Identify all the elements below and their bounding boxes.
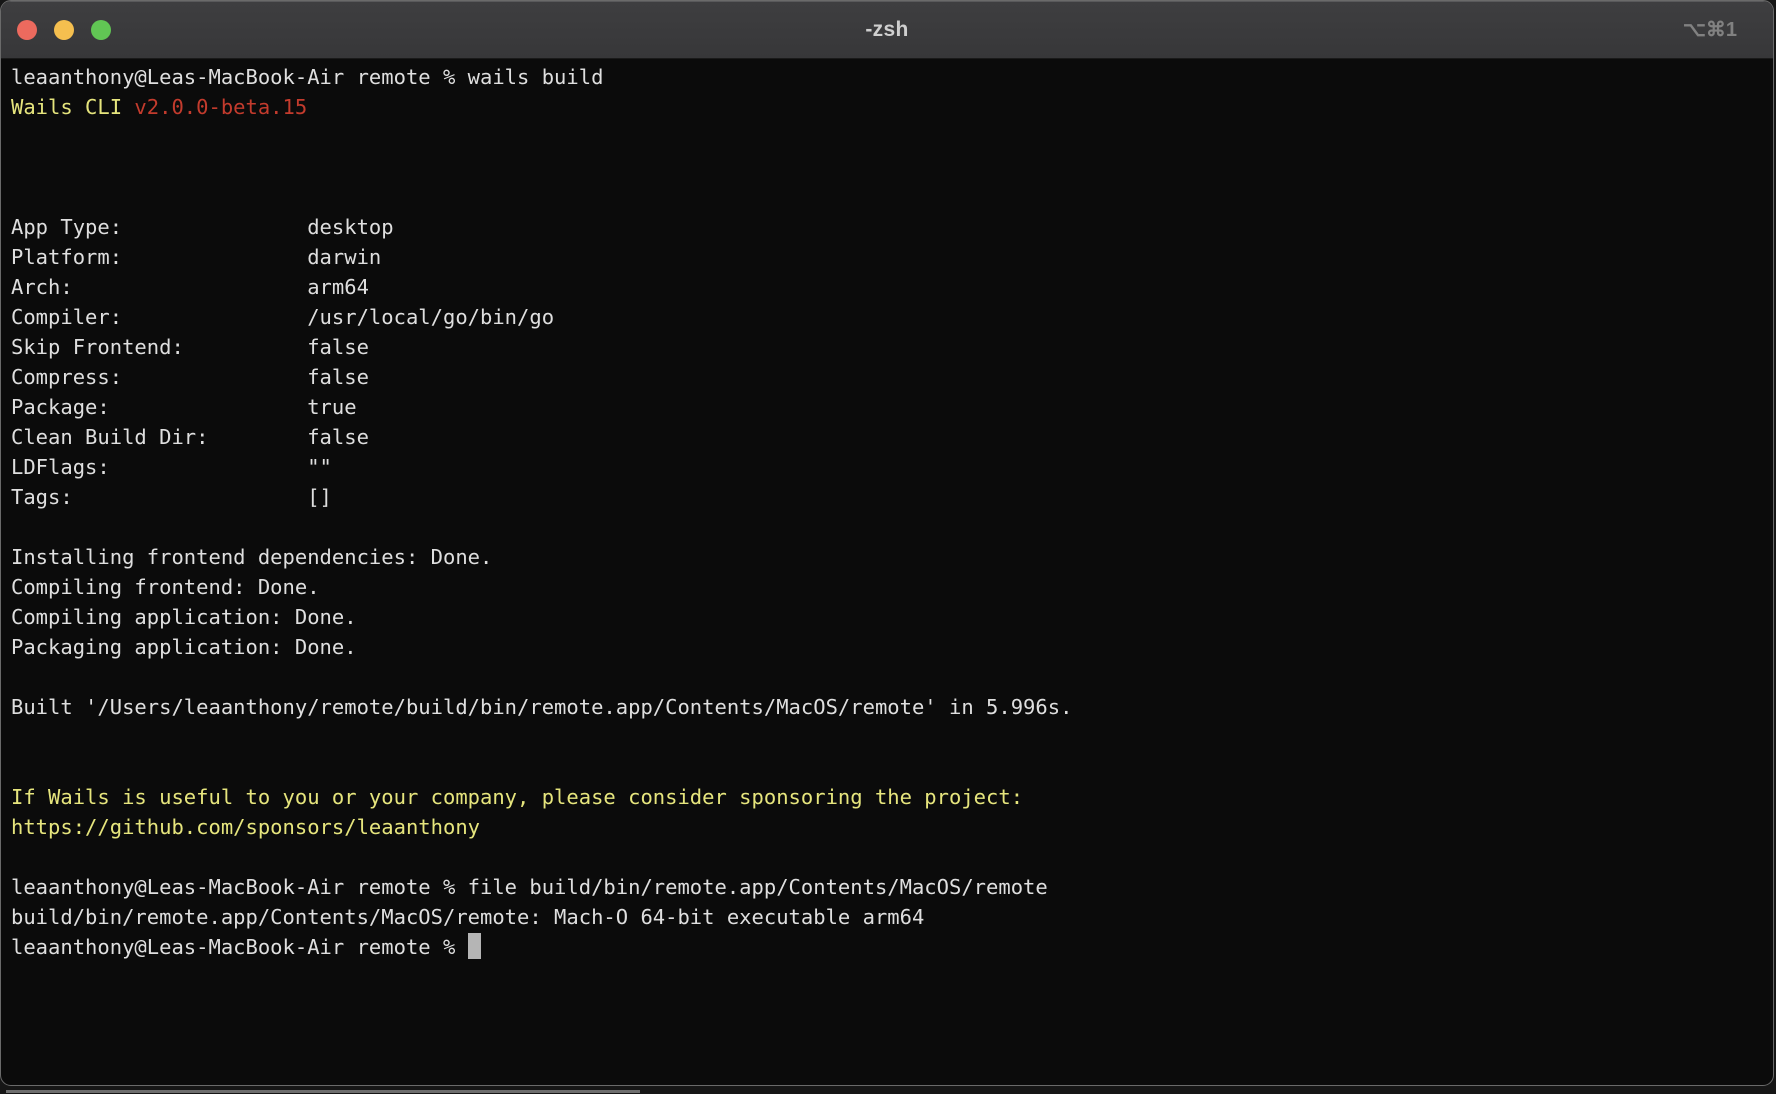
terminal-line: Wails CLI v2.0.0-beta.15 (11, 92, 1773, 122)
terminal-line: Packaging application: Done. (11, 632, 1773, 662)
terminal-line (11, 512, 1773, 542)
terminal-line: Tags: [] (11, 482, 1773, 512)
terminal-line: leaanthony@Leas-MacBook-Air remote % (11, 932, 1773, 962)
terminal-line (11, 182, 1773, 212)
terminal-line (11, 722, 1773, 752)
terminal-line: LDFlags: "" (11, 452, 1773, 482)
terminal-line: Clean Build Dir: false (11, 422, 1773, 452)
close-button[interactable] (17, 20, 37, 40)
terminal-line: Built '/Users/leaanthony/remote/build/bi… (11, 692, 1773, 722)
behind-window-edge (6, 1090, 640, 1093)
minimize-button[interactable] (54, 20, 74, 40)
terminal-line (11, 152, 1773, 182)
traffic-lights (1, 20, 111, 40)
terminal-line: If Wails is useful to you or your compan… (11, 782, 1773, 812)
terminal-window: -zsh ⌥⌘1 leaanthony@Leas-MacBook-Air rem… (0, 0, 1774, 1086)
terminal-line: leaanthony@Leas-MacBook-Air remote % wai… (11, 62, 1773, 92)
terminal-line: leaanthony@Leas-MacBook-Air remote % fil… (11, 872, 1773, 902)
cursor (468, 933, 481, 959)
terminal-line: Package: true (11, 392, 1773, 422)
terminal-line (11, 842, 1773, 872)
window-title: -zsh (1, 18, 1773, 42)
terminal-line: Installing frontend dependencies: Done. (11, 542, 1773, 572)
terminal-line: Compiler: /usr/local/go/bin/go (11, 302, 1773, 332)
titlebar[interactable]: -zsh ⌥⌘1 (1, 1, 1773, 59)
terminal-line: Compiling application: Done. (11, 602, 1773, 632)
terminal-line: Compiling frontend: Done. (11, 572, 1773, 602)
terminal-line: Skip Frontend: false (11, 332, 1773, 362)
terminal-line: Compress: false (11, 362, 1773, 392)
terminal-line (11, 122, 1773, 152)
zoom-button[interactable] (91, 20, 111, 40)
terminal-line: Platform: darwin (11, 242, 1773, 272)
terminal-line (11, 662, 1773, 692)
terminal-line: App Type: desktop (11, 212, 1773, 242)
window-shortcut-hint: ⌥⌘1 (1683, 17, 1737, 42)
terminal-output[interactable]: leaanthony@Leas-MacBook-Air remote % wai… (1, 59, 1773, 962)
terminal-line: https://github.com/sponsors/leaanthony (11, 812, 1773, 842)
terminal-line: Arch: arm64 (11, 272, 1773, 302)
terminal-line: build/bin/remote.app/Contents/MacOS/remo… (11, 902, 1773, 932)
terminal-line (11, 752, 1773, 782)
